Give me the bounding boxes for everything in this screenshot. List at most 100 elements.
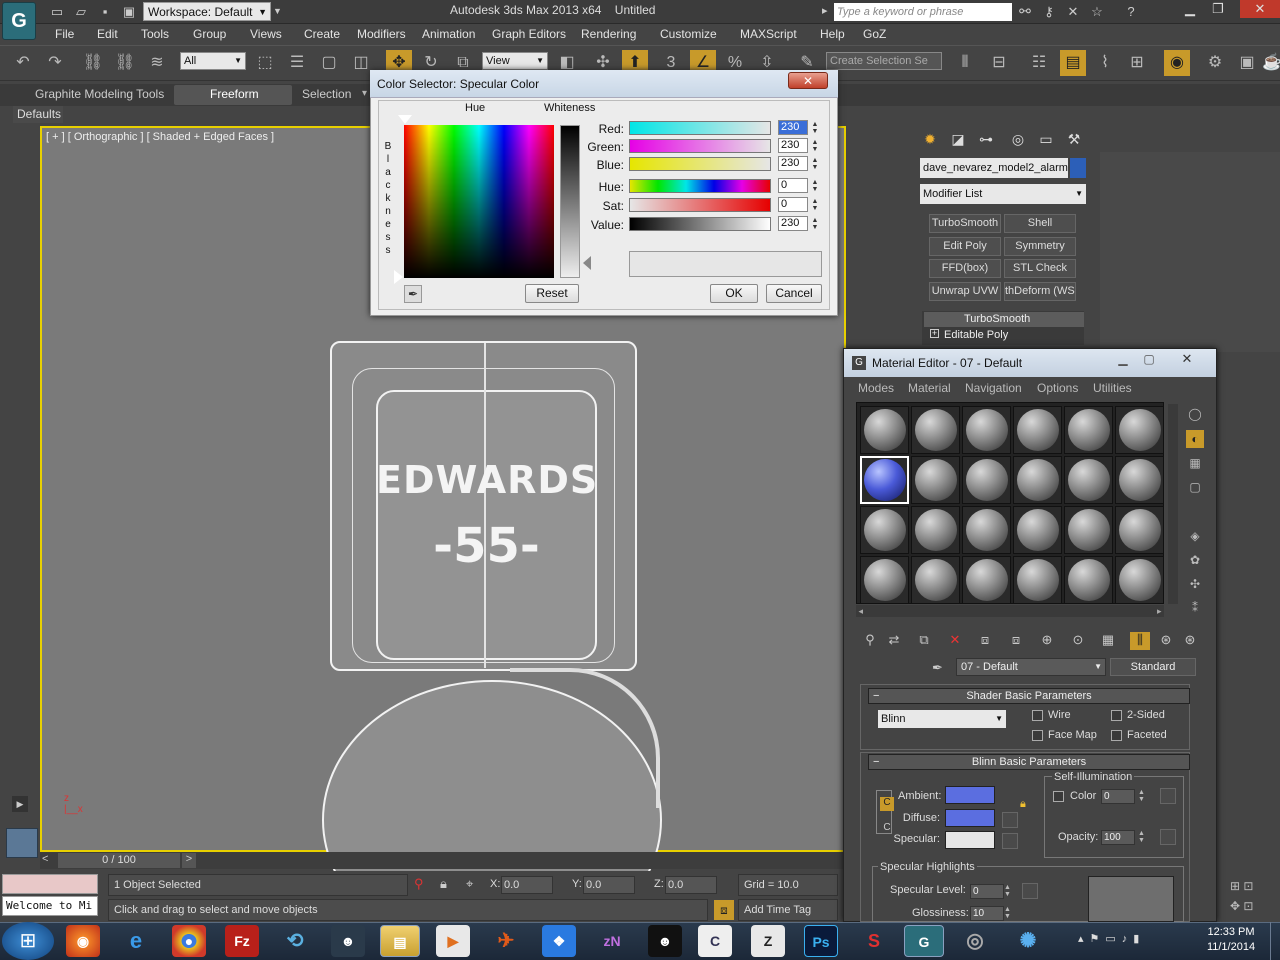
menu-edit[interactable]: Edit <box>97 27 118 41</box>
tab-graphite-modeling-tools[interactable]: Graphite Modeling Tools <box>35 87 164 101</box>
open-file-icon[interactable]: ▱ <box>72 3 90 20</box>
create-tab-icon[interactable]: ✹ <box>918 128 942 150</box>
cancel-button[interactable]: Cancel <box>766 284 822 303</box>
avatar-app-icon[interactable]: ☻ <box>331 925 365 957</box>
selection-filter-dropdown[interactable]: All ▼ <box>180 52 246 70</box>
bind-space-warp-icon[interactable]: ≋ <box>144 50 170 76</box>
ribbon-options-icon[interactable]: ▾ <box>362 88 367 99</box>
blackness-pointer[interactable] <box>394 270 403 284</box>
specular-color-swatch[interactable] <box>945 831 995 849</box>
green-spinner[interactable]: ▲ ▼ <box>810 139 820 154</box>
file-explorer-icon[interactable]: ▤ <box>380 925 420 957</box>
menu-views[interactable]: Views <box>250 27 282 41</box>
sample-slot[interactable] <box>1115 556 1164 604</box>
sample-slot[interactable] <box>962 506 1011 554</box>
undo-icon[interactable]: ↶ <box>10 50 36 76</box>
media-player-icon[interactable]: ▶ <box>436 925 470 957</box>
menu-file[interactable]: File <box>55 27 74 41</box>
me-menu-navigation[interactable]: Navigation <box>965 381 1022 395</box>
lock-icon[interactable]: 🔒︎ <box>1020 798 1034 814</box>
sample-slot[interactable] <box>1013 506 1062 554</box>
hue-pointer[interactable] <box>398 115 412 124</box>
absolute-mode-icon[interactable]: ⌖ <box>466 876 473 892</box>
material-name-field[interactable]: 07 - Default ▼ <box>956 658 1106 676</box>
viewport-label[interactable]: [ + ] [ Orthographic ] [ Shaded + Edged … <box>46 131 274 143</box>
color-selector-titlebar[interactable]: Color Selector: Specular Color <box>370 70 838 98</box>
shader-type-dropdown[interactable]: Blinn ▼ <box>878 710 1006 728</box>
chrome-icon[interactable]: ● <box>172 925 206 957</box>
utilities-tab-icon[interactable]: ⚒ <box>1062 128 1086 150</box>
self-illum-color-checkbox[interactable] <box>1053 791 1064 802</box>
get-material-icon[interactable]: ⚲ <box>860 632 880 650</box>
sample-slot[interactable] <box>860 456 909 504</box>
zn-app-icon[interactable]: zN <box>595 925 629 957</box>
system-tray-icons[interactable]: ▴⚑▭♪▮ <box>1078 932 1145 945</box>
unlink-icon[interactable]: ⛓ <box>112 50 138 76</box>
select-object-icon[interactable]: ⬚ <box>252 50 278 76</box>
material-editor-maximize-button[interactable]: ▢ <box>1138 352 1160 368</box>
rendered-frame-window-icon[interactable]: ▣ <box>1234 50 1260 76</box>
menu-goz[interactable]: GoZ <box>863 27 886 41</box>
hierarchy-tab-icon[interactable]: ⊶ <box>974 128 998 150</box>
blue-slider[interactable] <box>629 157 771 171</box>
faceted-checkbox[interactable] <box>1111 730 1122 741</box>
menu-modifiers[interactable]: Modifiers <box>357 27 406 41</box>
menu-rendering[interactable]: Rendering <box>581 27 636 41</box>
modifier-button-unwrap-uvw[interactable]: Unwrap UVW <box>929 282 1001 301</box>
green-slider[interactable] <box>629 139 771 153</box>
sample-slot[interactable] <box>911 556 960 604</box>
hue-spinner[interactable]: ▲ ▼ <box>810 179 820 194</box>
viewport-nav-icons[interactable]: ⊞ ⊡ ✥ ⊡ <box>1230 876 1253 916</box>
reset-button[interactable]: Reset <box>525 284 579 303</box>
put-to-scene-icon[interactable]: ⇄ <box>884 632 904 650</box>
maxscript-mini-listener-top[interactable] <box>2 874 98 894</box>
me-menu-material[interactable]: Material <box>908 381 951 395</box>
schematic-view-icon[interactable]: ⊞ <box>1124 50 1150 76</box>
tab-selection[interactable]: Selection <box>302 87 351 101</box>
sample-slot[interactable] <box>1013 456 1062 504</box>
modifier-button-edit-poly[interactable]: Edit Poly <box>929 237 1001 256</box>
maxscript-listener[interactable]: Welcome to Mi <box>2 896 98 916</box>
render-production-icon[interactable]: ☕ <box>1262 50 1280 76</box>
shader-basic-header[interactable]: Shader Basic Parameters − <box>868 688 1190 704</box>
wire-checkbox[interactable] <box>1032 710 1043 721</box>
ambient-color-swatch[interactable] <box>945 786 995 804</box>
key-icon[interactable]: ⚷ <box>1040 3 1058 20</box>
graphite-ribbon-icon[interactable]: ▤ <box>1060 50 1086 76</box>
specular-level-field[interactable]: 0 <box>970 884 1004 899</box>
put-to-library-icon[interactable]: ⊕ <box>1037 632 1057 650</box>
show-desktop-button[interactable] <box>1270 922 1280 960</box>
help-icon[interactable]: ? <box>1122 3 1140 20</box>
hue-value-field[interactable]: 0 <box>778 178 808 193</box>
material-editor-close-button[interactable]: ✕ <box>1166 351 1208 368</box>
show-end-result-icon[interactable]: ⫼ <box>1130 632 1150 650</box>
expand-search-icon[interactable]: ▸ <box>822 4 828 17</box>
show-map-in-viewport-icon[interactable]: ▦ <box>1098 632 1118 650</box>
menu-customize[interactable]: Customize <box>660 27 717 41</box>
sample-slot[interactable] <box>1064 456 1113 504</box>
assign-material-icon[interactable]: ⧉ <box>914 632 934 650</box>
opacity-field[interactable]: 100 <box>1101 830 1135 845</box>
new-file-icon[interactable]: ▭ <box>48 3 66 20</box>
photoshop-icon[interactable]: Ps <box>804 925 838 957</box>
copy-material-icon[interactable]: ⧈ <box>975 632 995 650</box>
add-time-tag-button[interactable]: Add Time Tag <box>738 899 838 921</box>
sample-uv-tiling-icon[interactable]: ▢ <box>1186 478 1204 496</box>
eyedropper-icon[interactable]: ✒ <box>404 285 422 303</box>
sample-slot[interactable] <box>860 556 909 604</box>
x-coord-field[interactable]: 0.0 <box>501 876 553 894</box>
modifier-button-stl-check[interactable]: STL Check <box>1004 259 1076 278</box>
motion-tab-icon[interactable]: ◎ <box>1006 128 1030 150</box>
glossiness-field[interactable]: 10 <box>970 906 1004 921</box>
hue-slider[interactable] <box>629 179 771 193</box>
menu-graph-editors[interactable]: Graph Editors <box>492 27 566 41</box>
modifier-list-dropdown[interactable]: Modifier List ▼ <box>920 184 1086 204</box>
sample-slot[interactable] <box>911 456 960 504</box>
generic-app-icon[interactable]: C <box>698 925 732 957</box>
align-icon[interactable]: ⊟ <box>986 50 1012 76</box>
ok-button[interactable]: OK <box>710 284 758 303</box>
sample-slot[interactable] <box>860 506 909 554</box>
blue-value-field[interactable]: 230 <box>778 156 808 171</box>
glossiness-spinner[interactable]: ▲ ▼ <box>1004 906 1011 920</box>
timeline-next-icon[interactable]: > <box>182 853 196 868</box>
